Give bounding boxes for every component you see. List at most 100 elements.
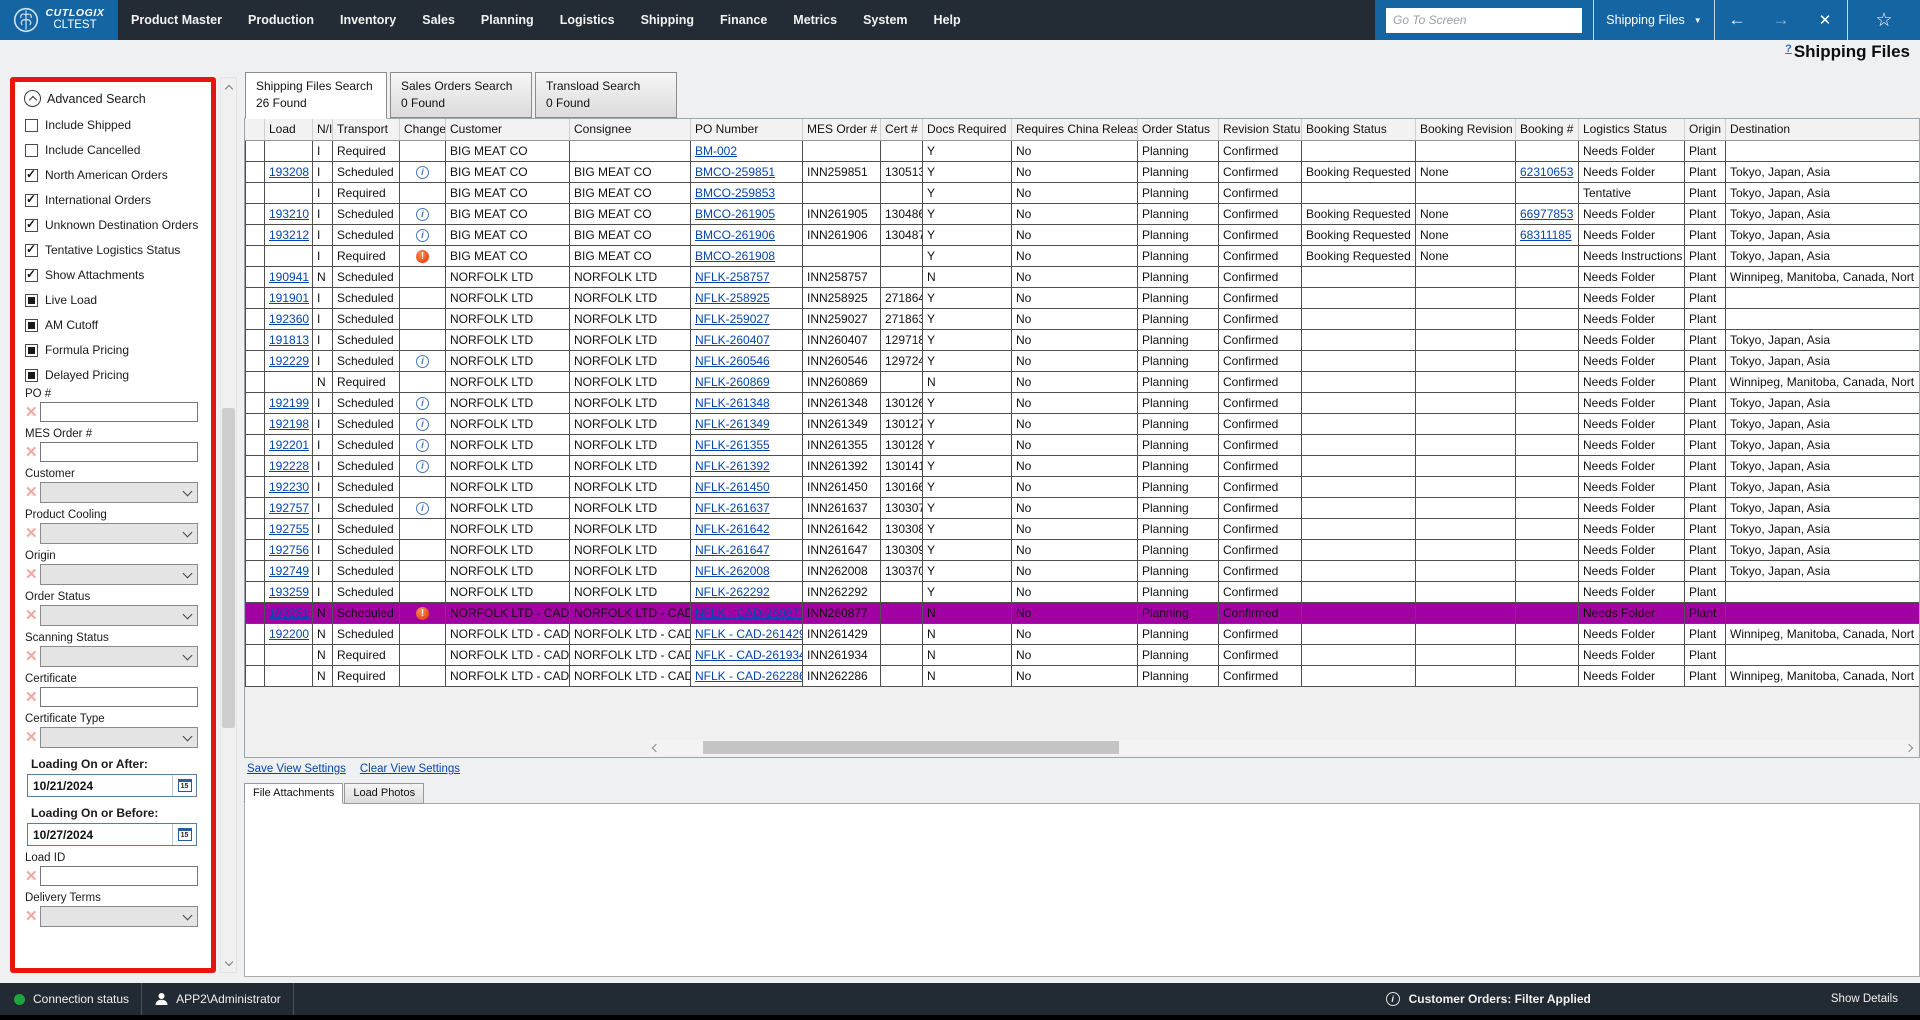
checkbox-north-american-orders[interactable]: North American Orders bbox=[25, 168, 211, 182]
checkbox-show-attachments[interactable]: Show Attachments bbox=[25, 268, 211, 282]
link-load[interactable]: 192198 bbox=[269, 417, 309, 431]
row-selector-cell[interactable] bbox=[246, 224, 265, 245]
tab-load-photos[interactable]: Load Photos bbox=[344, 783, 424, 804]
checkbox-formula-pricing[interactable]: Formula Pricing bbox=[25, 343, 211, 357]
scroll-up-arrow-icon[interactable] bbox=[221, 79, 236, 95]
info-icon[interactable]: i bbox=[416, 229, 429, 242]
info-icon[interactable]: i bbox=[416, 208, 429, 221]
clear-filter-icon[interactable]: ✕ bbox=[25, 526, 40, 541]
row-selector-cell[interactable] bbox=[246, 518, 265, 539]
link-po[interactable]: NFLK-259027 bbox=[695, 312, 770, 326]
row-selector-cell[interactable] bbox=[246, 371, 265, 392]
row-selector-cell[interactable] bbox=[246, 602, 265, 623]
menu-item-sales[interactable]: Sales bbox=[409, 0, 468, 40]
column-header-po-number[interactable]: PO Number bbox=[691, 119, 803, 140]
link-po[interactable]: NFLK-261647 bbox=[695, 543, 770, 557]
grid-row[interactable]: 192229ISchedulediNORFOLK LTDNORFOLK LTDN… bbox=[246, 350, 1920, 371]
grid-row[interactable]: NRequiredNORFOLK LTDNORFOLK LTDNFLK-2608… bbox=[246, 371, 1920, 392]
clear-filter-icon[interactable]: ✕ bbox=[25, 445, 40, 460]
grid-row[interactable]: 192755IScheduledNORFOLK LTDNORFOLK LTDNF… bbox=[246, 518, 1920, 539]
grid-row[interactable]: 192360IScheduledNORFOLK LTDNORFOLK LTDNF… bbox=[246, 308, 1920, 329]
clear-filter-icon[interactable]: ✕ bbox=[25, 730, 40, 745]
clear-filter-icon[interactable]: ✕ bbox=[25, 608, 40, 623]
grid-row[interactable]: 193208ISchedulediBIG MEAT COBIG MEAT COB… bbox=[246, 161, 1920, 182]
scroll-right-arrow-icon[interactable] bbox=[1902, 745, 1916, 751]
tab-transload-search[interactable]: Transload Search0 Found bbox=[535, 72, 677, 118]
checkbox-am-cutoff[interactable]: AM Cutoff bbox=[25, 318, 211, 332]
column-header-consignee[interactable]: Consignee bbox=[570, 119, 691, 140]
clear-filter-icon[interactable]: ✕ bbox=[25, 869, 40, 884]
filter-input[interactable] bbox=[40, 442, 198, 462]
column-header-n-i[interactable]: N/I bbox=[313, 119, 333, 140]
link-po[interactable]: BMCO-261905 bbox=[695, 207, 775, 221]
filter-dropdown[interactable] bbox=[40, 646, 198, 667]
link-po[interactable]: BMCO-261908 bbox=[695, 249, 775, 263]
link-po[interactable]: NFLK - CAD-262286 bbox=[695, 669, 803, 683]
link-load[interactable]: 193210 bbox=[269, 207, 309, 221]
menu-item-product-master[interactable]: Product Master bbox=[118, 0, 235, 40]
clear-filter-icon[interactable]: ✕ bbox=[25, 485, 40, 500]
link-po[interactable]: NFLK-261348 bbox=[695, 396, 770, 410]
clear-filter-icon[interactable]: ✕ bbox=[25, 649, 40, 664]
menu-item-inventory[interactable]: Inventory bbox=[327, 0, 409, 40]
row-selector-cell[interactable] bbox=[246, 287, 265, 308]
menu-item-metrics[interactable]: Metrics bbox=[780, 0, 850, 40]
row-selector-cell[interactable] bbox=[246, 266, 265, 287]
date-value[interactable]: 10/27/2024 bbox=[28, 824, 172, 845]
column-header-load[interactable]: Load bbox=[265, 119, 313, 140]
row-selector-cell[interactable] bbox=[246, 623, 265, 644]
link-load[interactable]: 192756 bbox=[269, 543, 309, 557]
row-selector-cell[interactable] bbox=[246, 539, 265, 560]
tab-file-attachments[interactable]: File Attachments bbox=[244, 783, 343, 804]
alert-icon[interactable]: ! bbox=[416, 250, 429, 263]
close-screen-button[interactable]: ✕ bbox=[1803, 11, 1847, 29]
info-icon[interactable]: i bbox=[416, 355, 429, 368]
filter-dropdown[interactable] bbox=[40, 906, 198, 927]
show-details-button[interactable]: Show Details bbox=[1831, 993, 1898, 1005]
link-po[interactable]: NFLK-261349 bbox=[695, 417, 770, 431]
save-view-settings-link[interactable]: Save View Settings bbox=[247, 763, 346, 775]
grid-row[interactable]: 193251NScheduled!NORFOLK LTD - CADNORFOL… bbox=[246, 602, 1920, 623]
info-icon[interactable]: i bbox=[416, 418, 429, 431]
link-po[interactable]: NFLK-260407 bbox=[695, 333, 770, 347]
grid-row[interactable]: 190941NScheduledNORFOLK LTDNORFOLK LTDNF… bbox=[246, 266, 1920, 287]
column-header-logistics-status[interactable]: Logistics Status bbox=[1579, 119, 1685, 140]
checkbox-live-load[interactable]: Live Load bbox=[25, 293, 211, 307]
link-po[interactable]: NFLK-261450 bbox=[695, 480, 770, 494]
info-icon[interactable]: i bbox=[416, 502, 429, 515]
link-load[interactable]: 192749 bbox=[269, 564, 309, 578]
column-header-booking[interactable]: Booking # bbox=[1516, 119, 1579, 140]
sidebar-scrollbar[interactable] bbox=[220, 77, 237, 973]
row-selector-cell[interactable] bbox=[246, 203, 265, 224]
checkbox-international-orders[interactable]: International Orders bbox=[25, 193, 211, 207]
clear-view-settings-link[interactable]: Clear View Settings bbox=[360, 763, 460, 775]
link-load[interactable]: 192199 bbox=[269, 396, 309, 410]
grid-row[interactable]: 191901IScheduledNORFOLK LTDNORFOLK LTDNF… bbox=[246, 287, 1920, 308]
scroll-left-arrow-icon[interactable] bbox=[649, 745, 663, 751]
menu-item-logistics[interactable]: Logistics bbox=[547, 0, 628, 40]
column-header-transport[interactable]: Transport bbox=[333, 119, 400, 140]
filter-input[interactable] bbox=[40, 866, 198, 886]
menu-item-planning[interactable]: Planning bbox=[468, 0, 547, 40]
clear-filter-icon[interactable]: ✕ bbox=[25, 909, 40, 924]
column-header-cert[interactable]: Cert # bbox=[881, 119, 923, 140]
link-booking_no[interactable]: 62310653 bbox=[1520, 165, 1573, 179]
link-po[interactable]: NFLK-260546 bbox=[695, 354, 770, 368]
link-load[interactable]: 193208 bbox=[269, 165, 309, 179]
link-booking_no[interactable]: 68311185 bbox=[1520, 228, 1572, 242]
info-icon[interactable]: i bbox=[416, 397, 429, 410]
link-po[interactable]: NFLK-258925 bbox=[695, 291, 770, 305]
clear-filter-icon[interactable]: ✕ bbox=[25, 690, 40, 705]
grid-row[interactable]: 191813IScheduledNORFOLK LTDNORFOLK LTDNF… bbox=[246, 329, 1920, 350]
link-po[interactable]: BM-002 bbox=[695, 144, 737, 158]
grid-row[interactable]: IRequiredBIG MEAT COBM-002YNoPlanningCon… bbox=[246, 140, 1920, 161]
filter-input[interactable] bbox=[40, 402, 198, 422]
link-load[interactable]: 192230 bbox=[269, 480, 309, 494]
grid-horizontal-scrollbar[interactable] bbox=[649, 740, 1916, 755]
column-header-origin[interactable]: Origin bbox=[1685, 119, 1726, 140]
row-selector-cell[interactable] bbox=[246, 350, 265, 371]
row-selector-cell[interactable] bbox=[246, 560, 265, 581]
checkbox-tentative-logistics-status[interactable]: Tentative Logistics Status bbox=[25, 243, 211, 257]
grid-row[interactable]: 192749IScheduledNORFOLK LTDNORFOLK LTDNF… bbox=[246, 560, 1920, 581]
column-header-customer[interactable]: Customer bbox=[446, 119, 570, 140]
